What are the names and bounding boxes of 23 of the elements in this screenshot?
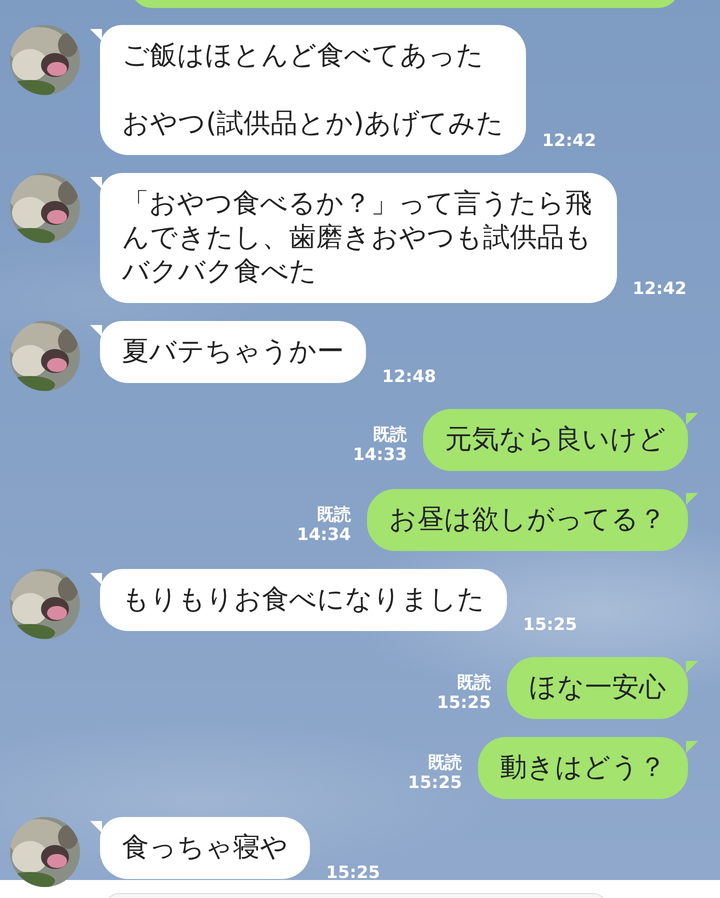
- message-text: お昼は欲しがってる？: [389, 503, 666, 537]
- message-time: 15:25: [408, 773, 462, 793]
- read-receipt: 既読: [457, 673, 491, 693]
- message-time: 15:25: [523, 615, 578, 635]
- message-text: 夏バテちゃうかー: [122, 335, 344, 369]
- message-time: 12:48: [382, 367, 436, 387]
- message-time: 12:42: [542, 131, 596, 151]
- message-time: 15:25: [326, 863, 380, 883]
- message-text: 食っちゃ寝や: [122, 831, 288, 865]
- message-text: もりもりお食べになりました: [122, 583, 485, 617]
- message-text: ご飯はほとんど食べてあった: [122, 39, 485, 73]
- message-text: 動きはどう？: [500, 751, 666, 785]
- read-receipt: 既読: [317, 505, 351, 525]
- message-time: 14:34: [296, 525, 351, 545]
- read-receipt: 既読: [373, 425, 407, 445]
- message-time: 14:33: [352, 445, 407, 465]
- read-receipt: 既読: [428, 753, 462, 773]
- message-time: 15:25: [436, 693, 491, 713]
- message-text: ほな一安心: [529, 671, 666, 705]
- message-text: 元気なら良いけど: [445, 423, 666, 457]
- message-time: 12:42: [632, 279, 687, 299]
- message-text: 「おやつ食べるか？」って言うたら飛んできたし、歯磨きおやつも試供品もバクバク食べた: [122, 187, 593, 289]
- message-text: おやつ(試供品とか)あげてみた: [122, 107, 504, 141]
